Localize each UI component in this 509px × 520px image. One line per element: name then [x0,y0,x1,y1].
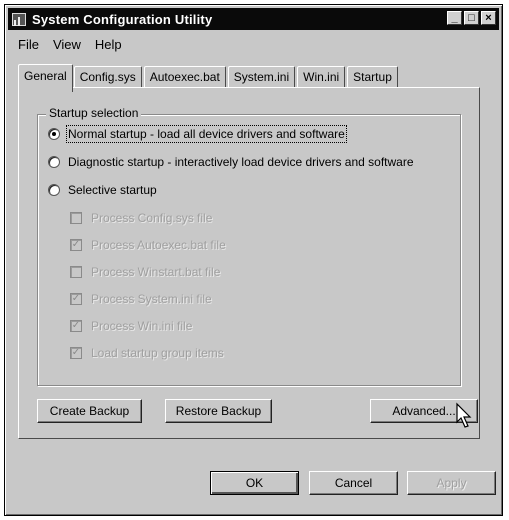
checkbox-label: Process System.ini file [91,292,212,306]
minimize-button[interactable]: _ [447,11,462,25]
app-icon [11,11,27,27]
tab-startup[interactable]: Startup [347,66,398,89]
tab-config-sys[interactable]: Config.sys [73,66,142,89]
menu-file[interactable]: File [11,35,46,55]
maximize-button[interactable]: □ [464,11,479,25]
checkbox-icon[interactable]: ✓ [70,293,82,305]
menu-bar: File View Help [11,35,129,55]
apply-button[interactable]: Apply [407,471,496,495]
checkbox-process-winstart-bat[interactable]: Process Winstart.bat file [70,265,220,279]
tab-autoexec-bat[interactable]: Autoexec.bat [143,66,226,89]
menu-view[interactable]: View [46,35,88,55]
window-title: System Configuration Utility [32,11,213,27]
group-label: Startup selection [46,106,142,120]
ok-button[interactable]: OK [210,471,299,495]
radio-selective-startup[interactable]: Selective startup [48,183,157,197]
close-button[interactable]: × [481,11,496,25]
checkbox-label: Process Config.sys file [91,211,213,225]
checkbox-process-win-ini[interactable]: ✓ Process Win.ini file [70,319,192,333]
create-backup-button[interactable]: Create Backup [37,399,142,423]
checkbox-icon[interactable]: ✓ [70,320,82,332]
radio-button-icon[interactable] [48,128,60,140]
checkbox-icon[interactable]: ✓ [70,347,82,359]
title-bar[interactable]: System Configuration Utility _ □ × [8,8,499,30]
radio-label: Diagnostic startup - interactively load … [68,155,414,169]
checkbox-label: Process Win.ini file [91,319,193,333]
radio-normal-startup[interactable]: Normal startup - load all device drivers… [48,125,347,143]
ok-label: OK [245,476,264,490]
radio-button-icon[interactable] [48,156,60,168]
checkbox-process-autoexec-bat[interactable]: ✓ Process Autoexec.bat file [70,238,226,252]
general-tab-panel: Startup selection Normal startup - load … [18,87,480,439]
checkbox-process-config-sys[interactable]: Process Config.sys file [70,211,212,225]
radio-label: Selective startup [68,183,157,197]
radio-button-icon[interactable] [48,184,60,196]
tab-general[interactable]: General [18,64,73,92]
startup-selection-group: Startup selection Normal startup - load … [37,106,461,386]
menu-help[interactable]: Help [88,35,129,55]
checkbox-icon[interactable] [70,266,82,278]
radio-diagnostic-startup[interactable]: Diagnostic startup - interactively load … [48,155,414,169]
radio-label: Normal startup - load all device drivers… [66,125,347,143]
checkbox-label: Process Autoexec.bat file [91,238,226,252]
checkbox-load-startup-group-items[interactable]: ✓ Load startup group items [70,346,224,360]
tab-strip: General Config.sys Autoexec.bat System.i… [18,64,400,92]
tab-win-ini[interactable]: Win.ini [297,66,346,89]
restore-backup-button[interactable]: Restore Backup [165,399,272,423]
checkbox-label: Load startup group items [91,346,224,360]
checkbox-label: Process Winstart.bat file [91,265,221,279]
tab-system-ini[interactable]: System.ini [227,66,296,89]
mouse-cursor-icon [456,402,472,428]
checkbox-icon[interactable]: ✓ [70,239,82,251]
checkbox-process-system-ini[interactable]: ✓ Process System.ini file [70,292,212,306]
cancel-button[interactable]: Cancel [309,471,398,495]
checkbox-icon[interactable] [70,212,82,224]
